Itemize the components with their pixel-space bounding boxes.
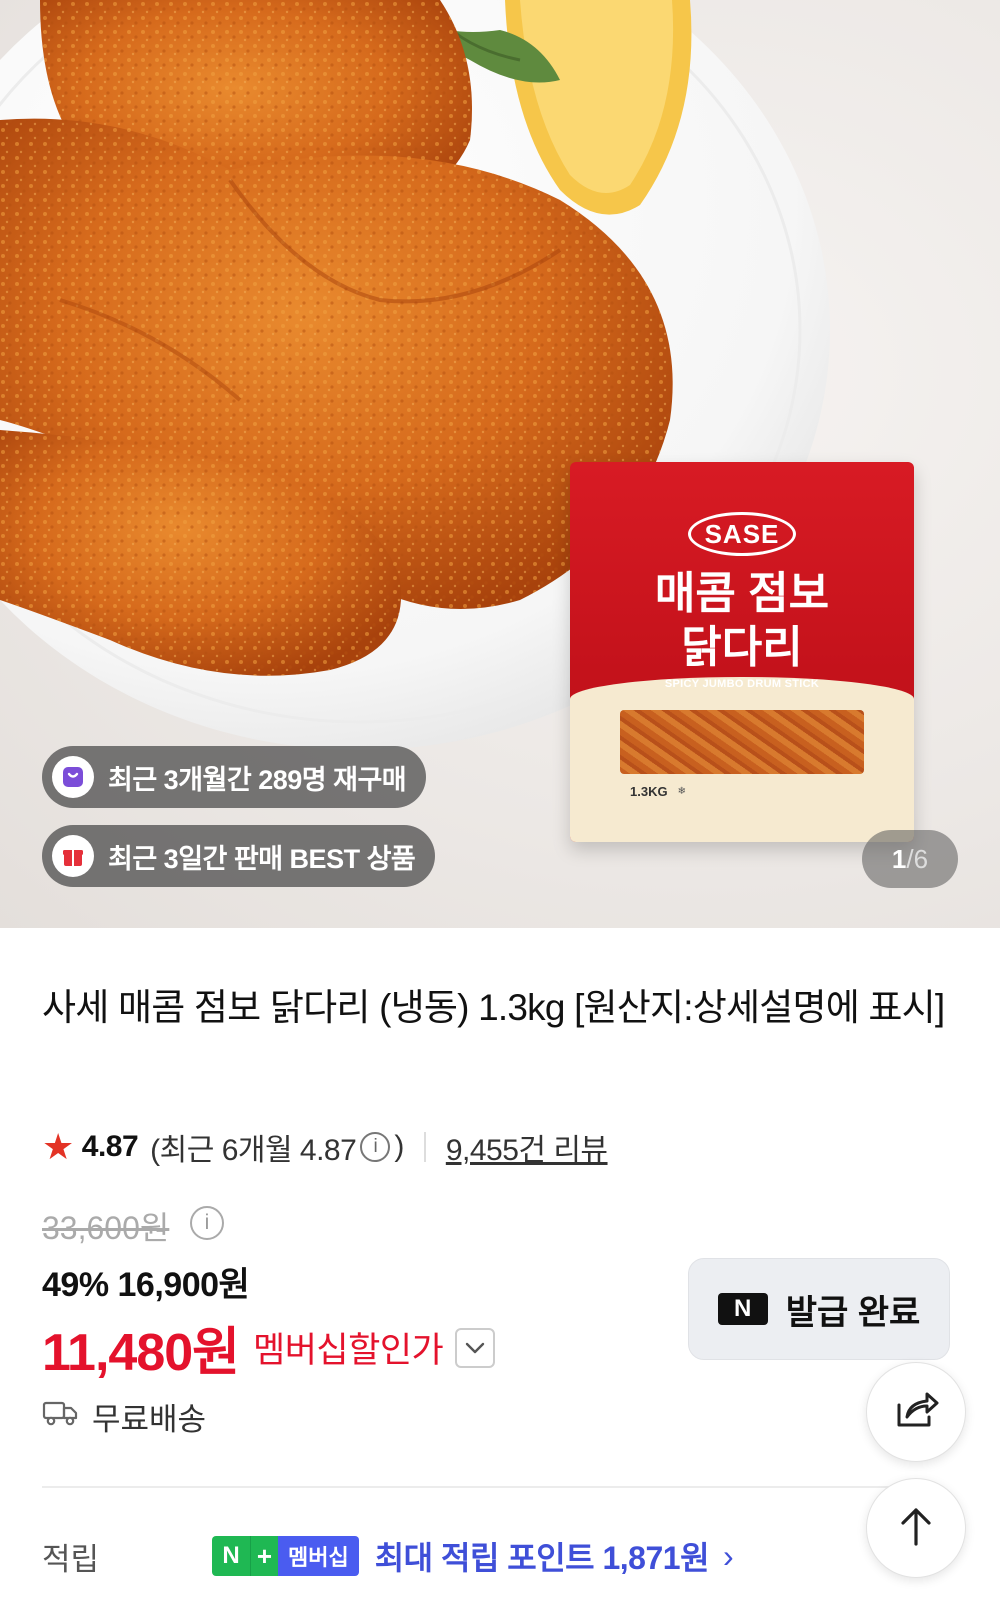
max-points-text: 최대 적립 포인트 1,871원 [374,1540,710,1576]
truck-icon [42,1399,78,1435]
shipping-row: 무료배송 [42,1394,206,1439]
shipping-text: 무료배송 [92,1402,207,1437]
package-title: 매콤 점보 닭다리 [570,567,914,675]
discount-percent: 49% [42,1266,109,1304]
rating-score: 4.87 [81,1130,139,1163]
repurchase-badge-text: 최근 3개월간 289명 재구매 [108,764,407,795]
info-icon[interactable]: i [360,1132,391,1162]
image-counter-current: 1 [891,843,907,874]
npm-badge-membership: 멤버십 [278,1536,359,1576]
chevron-right-icon: › [723,1537,734,1574]
image-counter-separator: / [906,843,914,874]
coupon-button-label: 발급 완료 [785,1293,921,1332]
star-icon: ★ [42,1126,74,1167]
share-button[interactable] [866,1362,966,1462]
package-info: 1.3KG ❄ [630,784,870,799]
coupon-issued-button[interactable]: N 발급 완료 [688,1258,950,1360]
rating-row: ★ 4.87 (최근 6개월 4.87 i ) 9,455건 리뷰 [42,1126,608,1168]
membership-price-label: 멤버십할인가 [253,1331,444,1370]
sale-price-row: 49% 16,900원 [42,1257,250,1306]
image-counter: 1 / 6 [862,830,958,888]
package-title-line1: 매콤 점보 [654,569,830,618]
recent-rating: (최근 6개월 4.87 [150,1134,357,1167]
package-title-line2: 닭다리 [681,623,803,672]
reviews-link[interactable]: 9,455건 리뷰 [446,1125,608,1169]
product-title: 사세 매콤 점보 닭다리 (냉동) 1.3kg [원산지:상세설명에 표시] [42,987,945,1028]
membership-price-row: 11,480원 멤버십할인가 [42,1310,496,1385]
naver-plus-membership-badge: N + 멤버십 [212,1536,359,1576]
best-seller-badge-text: 최근 3일간 판매 BEST 상품 [108,843,416,874]
package-subtitle: SPICY JUMBO DRUM STICK [664,678,820,690]
repurchase-badge: 최근 3개월간 289명 재구매 [42,746,427,808]
naver-n-icon: N [717,1293,768,1325]
points-row[interactable]: 적립 N + 멤버십 최대 적립 포인트 1,871원 › [42,1528,942,1584]
snowflake-icon: ❄ [677,786,686,797]
chevron-down-icon[interactable] [455,1327,496,1368]
product-image-gallery[interactable]: SASE 매콤 점보 닭다리 SPICY JUMBO DRUM STICK 1.… [0,0,1000,928]
rating-divider [423,1132,426,1162]
membership-price: 11,480원 [42,1324,240,1382]
npm-badge-n: N [212,1536,250,1576]
product-package: SASE 매콤 점보 닭다리 SPICY JUMBO DRUM STICK 1.… [570,462,914,842]
original-price: 33,600원 [42,1210,170,1246]
points-label: 적립 [42,1541,100,1577]
share-icon [893,1389,939,1436]
gift-icon [52,835,94,877]
recent-rating-close: ) [394,1130,404,1163]
package-brand-logo: SASE [688,512,796,556]
package-window [620,710,864,774]
package-weight: 1.3KG [630,784,668,799]
image-counter-total: 6 [913,843,929,874]
sale-price: 16,900원 [117,1266,250,1304]
npm-badge-plus: + [250,1536,278,1576]
best-seller-badge: 최근 3일간 판매 BEST 상품 [42,825,436,887]
price-info-icon[interactable]: i [190,1206,224,1240]
shopping-bag-icon [52,756,94,798]
section-divider [42,1486,910,1488]
